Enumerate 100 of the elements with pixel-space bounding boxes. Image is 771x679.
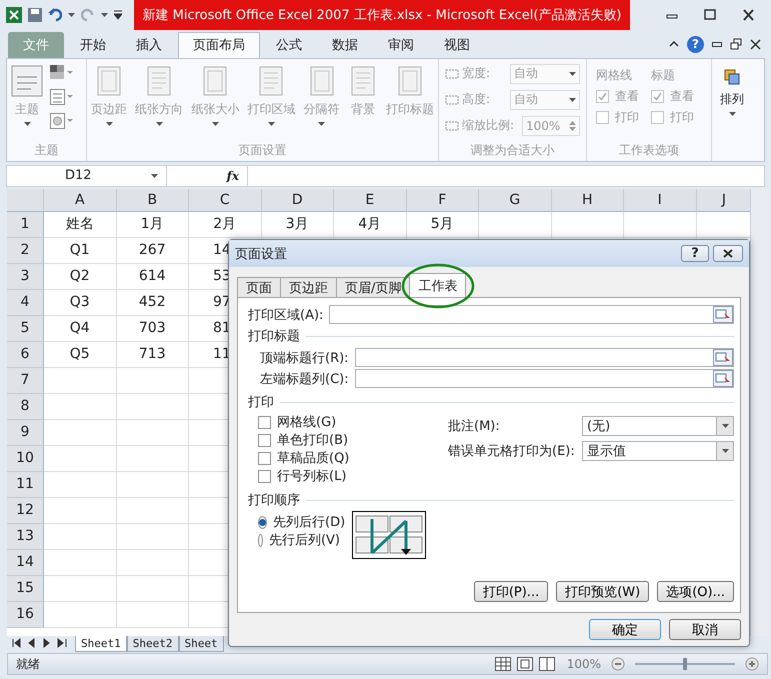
column-header[interactable]: A <box>44 188 116 212</box>
sheet-tab[interactable]: Sheet2 <box>126 636 178 652</box>
restore-icon[interactable] <box>730 38 742 50</box>
dialog-tab[interactable]: 工作表 <box>409 273 466 298</box>
sheet-tab[interactable]: Sheet1 <box>75 636 127 652</box>
spin-arrows-icon[interactable] <box>569 120 576 132</box>
customize-caret-icon[interactable] <box>114 10 122 20</box>
scale-icon <box>445 66 459 81</box>
table-cell: 1月 <box>116 212 189 238</box>
checkbox[interactable] <box>258 416 271 429</box>
table-cell: Q2 <box>44 264 116 290</box>
dialog-button[interactable]: 选项(O)... <box>657 581 734 602</box>
close-icon <box>723 249 733 258</box>
column-header[interactable]: H <box>552 188 624 212</box>
caret-icon <box>106 122 112 126</box>
dropdown-arrow-icon <box>722 448 728 453</box>
save-icon[interactable] <box>28 8 42 22</box>
zoom-in-icon[interactable] <box>745 657 759 672</box>
undo-icon[interactable] <box>48 8 62 22</box>
column-header[interactable]: B <box>116 188 189 212</box>
minimize-icon[interactable] <box>712 42 722 47</box>
row-header[interactable]: 14 <box>7 550 44 576</box>
dropdown-arrow-icon <box>722 424 728 428</box>
insert-function-button[interactable]: fx <box>167 168 247 183</box>
table-cell: 614 <box>116 264 189 290</box>
column-header[interactable]: E <box>334 188 406 212</box>
row-header[interactable]: 11 <box>7 472 44 498</box>
checkbox-label: 单色打印(B) <box>277 432 348 450</box>
checkbox[interactable] <box>258 434 271 447</box>
row-header[interactable]: 8 <box>7 394 44 420</box>
dialog-tab[interactable]: 页面 <box>237 277 281 298</box>
row-header[interactable]: 3 <box>7 264 44 290</box>
theme-icon <box>11 64 43 97</box>
field-label: 批注(M): <box>448 418 500 435</box>
table-cell: 452 <box>116 290 189 316</box>
dialog-tab[interactable]: 页边距 <box>280 277 337 298</box>
row-header[interactable]: 1 <box>7 212 44 238</box>
row-header[interactable]: 5 <box>7 316 44 342</box>
column-heading: 标题 <box>651 66 676 84</box>
caret-icon <box>101 13 108 17</box>
row-header[interactable]: 6 <box>7 342 44 368</box>
collapse-ribbon-icon[interactable] <box>669 41 679 48</box>
radio-button[interactable] <box>258 534 263 547</box>
row-header[interactable]: 16 <box>7 602 44 628</box>
close-icon[interactable] <box>742 9 755 21</box>
column-header[interactable]: F <box>406 188 479 212</box>
dropdown[interactable]: (无) <box>582 416 734 436</box>
row-header[interactable]: 10 <box>7 446 44 472</box>
sheet-tab[interactable]: Sheet <box>178 636 224 652</box>
group-label: 主题 <box>34 142 60 160</box>
field-label: 错误单元格打印为(E): <box>448 442 575 460</box>
group-label: 调整为合适大小 <box>470 142 556 160</box>
row-header[interactable]: 9 <box>7 420 44 446</box>
table-cell: 姓名 <box>44 212 116 238</box>
checkbox-label: 查看 <box>670 88 694 105</box>
name-box[interactable]: D12 <box>7 166 167 186</box>
row-header[interactable]: 12 <box>7 498 44 524</box>
column-header[interactable]: G <box>479 188 552 212</box>
column-header[interactable]: C <box>189 188 262 212</box>
range-select-icon[interactable] <box>713 349 733 366</box>
close-button[interactable] <box>713 245 743 262</box>
dialog-button[interactable]: 打印(P)... <box>474 581 548 602</box>
zoom-slider-thumb[interactable] <box>683 658 687 670</box>
dropdown[interactable]: 显示值 <box>582 440 734 461</box>
checkbox[interactable] <box>258 452 271 465</box>
radio-label: 先列后行(D) <box>273 514 346 532</box>
zoom-out-icon[interactable] <box>611 657 625 672</box>
dialog-tab[interactable]: 页眉/页脚 <box>336 277 410 298</box>
range-select-icon[interactable] <box>713 306 733 324</box>
table-cell: 2月 <box>189 212 262 238</box>
help-button[interactable]: ? <box>681 245 709 262</box>
checkbox[interactable] <box>258 470 271 483</box>
dialog-button[interactable]: 确定 <box>589 619 661 640</box>
dialog-button[interactable]: 取消 <box>669 619 741 640</box>
field-label: 宽度: <box>462 65 490 82</box>
range-select-icon[interactable] <box>713 370 733 388</box>
column-header[interactable]: J <box>696 188 750 212</box>
reference-field[interactable] <box>354 369 734 388</box>
row-header[interactable]: 15 <box>7 576 44 602</box>
reference-field[interactable] <box>354 348 734 368</box>
table-cell: 5月 <box>406 212 479 238</box>
table-cell: Q4 <box>44 316 116 342</box>
caret-icon <box>151 174 158 178</box>
print-area-field[interactable] <box>329 305 734 324</box>
caret-icon <box>569 72 576 76</box>
spreadsheet-logo-icon[interactable] <box>6 7 22 23</box>
close-icon[interactable] <box>750 38 761 50</box>
dialog-button[interactable]: 打印预览(W) <box>556 581 650 602</box>
field-label: 高度: <box>462 91 490 108</box>
column-header[interactable]: D <box>262 188 334 212</box>
row-header[interactable]: 13 <box>7 524 44 550</box>
view-mode-icon[interactable] <box>494 657 557 672</box>
row-header[interactable]: 7 <box>7 368 44 394</box>
vertical-scrollbar[interactable] <box>750 188 768 636</box>
checkbox-label: 打印 <box>615 108 639 126</box>
radio-button[interactable] <box>258 516 267 529</box>
maximize-icon[interactable] <box>704 9 716 21</box>
row-header[interactable]: 4 <box>7 290 44 316</box>
row-header[interactable]: 2 <box>7 238 44 264</box>
column-header[interactable]: I <box>624 188 696 212</box>
